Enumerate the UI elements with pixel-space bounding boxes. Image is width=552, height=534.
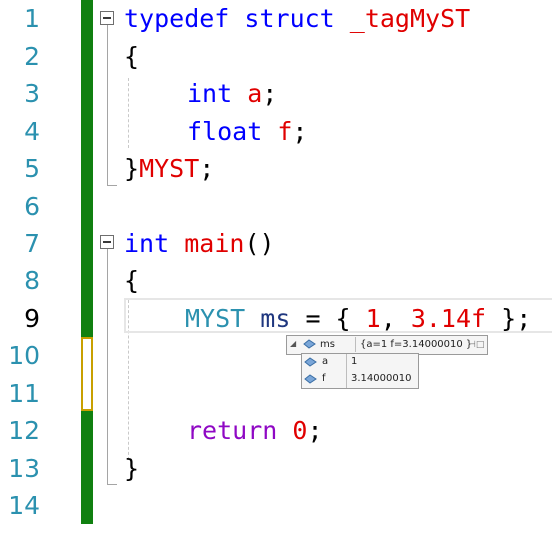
line-number: 3: [24, 79, 40, 108]
outline-line: [107, 25, 108, 185]
number-literal: 3.14f: [410, 304, 487, 333]
keyword: typedef struct: [124, 4, 335, 33]
datatip-root-row[interactable]: ◢ ms {a=1 f=3.14000010 } ⊣□: [286, 335, 488, 355]
number-literal: 0: [292, 416, 308, 445]
field-name: a: [247, 79, 263, 108]
datatip-child-value: 1: [351, 356, 358, 367]
code-line-2[interactable]: {: [124, 38, 139, 75]
line-number: 14: [8, 491, 40, 520]
code-line-12[interactable]: return 0;: [187, 412, 323, 449]
datatip-name: ms: [320, 339, 335, 350]
outline-end: [107, 185, 117, 186]
change-tracking-unsaved: [81, 337, 93, 411]
datatip-child-name: a: [322, 356, 329, 367]
change-tracking-bar: [81, 0, 93, 337]
return-keyword: return: [187, 416, 278, 445]
datatip-separator: [346, 354, 347, 388]
line-number: 1: [24, 4, 40, 33]
variable-name: ms: [260, 304, 291, 333]
semicolon: ;: [199, 154, 215, 183]
collapse-toggle[interactable]: [100, 11, 114, 25]
line-number: 10: [8, 341, 40, 370]
line-number: 4: [24, 116, 40, 146]
code-line-7[interactable]: int main(): [124, 225, 275, 262]
line-number-active: 9: [24, 304, 40, 333]
semicolon: ;: [262, 79, 278, 108]
expand-arrow-icon[interactable]: ◢: [290, 336, 296, 352]
operator: = {: [290, 304, 366, 333]
datatip-children: a 1 f 3.14000010: [301, 353, 419, 389]
typedef-name: MYST: [139, 154, 200, 183]
semicolon: ;: [307, 416, 323, 445]
type-keyword: float: [187, 116, 263, 146]
outline-line: [107, 249, 108, 484]
change-tracking-bar: [81, 411, 93, 524]
code-line-1[interactable]: typedef struct _tagMyST: [124, 0, 470, 37]
code-line-3[interactable]: int a;: [187, 75, 277, 112]
field-icon: [304, 374, 317, 384]
line-number: 5: [24, 154, 40, 183]
line-number: 6: [24, 192, 40, 221]
code-line-8[interactable]: {: [124, 262, 139, 299]
collapse-toggle[interactable]: [100, 235, 114, 249]
line-number: 8: [24, 266, 40, 295]
line-number: 7: [24, 229, 40, 258]
type-name: MYST: [185, 304, 246, 333]
number-literal: 1: [365, 304, 381, 333]
line-number: 12: [8, 416, 40, 445]
code-line-5[interactable]: }MYST;: [124, 150, 214, 187]
line-number: 2: [24, 41, 40, 71]
semicolon: ;: [292, 116, 308, 146]
type-keyword: int: [187, 79, 233, 108]
datatip-value: {a=1 f=3.14000010 }: [360, 339, 473, 350]
struct-icon: [303, 339, 316, 349]
code-line-13[interactable]: }: [124, 450, 139, 487]
brace: {: [124, 266, 140, 295]
brace: }: [124, 154, 140, 183]
field-name: f: [277, 116, 293, 146]
datatip-child-name: f: [322, 373, 326, 384]
comma: ,: [380, 304, 411, 333]
pin-icon[interactable]: ⊣□: [468, 337, 484, 353]
statement-end: };: [486, 304, 532, 333]
function-name: main: [184, 229, 245, 258]
outline-end: [107, 484, 117, 485]
type-keyword: int: [124, 229, 170, 258]
brace: }: [124, 454, 140, 483]
brace: {: [124, 41, 140, 71]
field-icon: [304, 357, 317, 367]
code-line-9[interactable]: MYST ms = { 1, 3.14f };: [185, 300, 531, 337]
code-line-4[interactable]: float f;: [187, 113, 307, 150]
line-number: 11: [8, 379, 40, 408]
indent-guide: [128, 78, 129, 148]
struct-name: _tagMyST: [349, 4, 471, 33]
line-number: 13: [8, 454, 40, 483]
datatip-separator: [355, 337, 356, 352]
datatip-child-value: 3.14000010: [351, 373, 412, 384]
parens: (): [244, 229, 275, 258]
